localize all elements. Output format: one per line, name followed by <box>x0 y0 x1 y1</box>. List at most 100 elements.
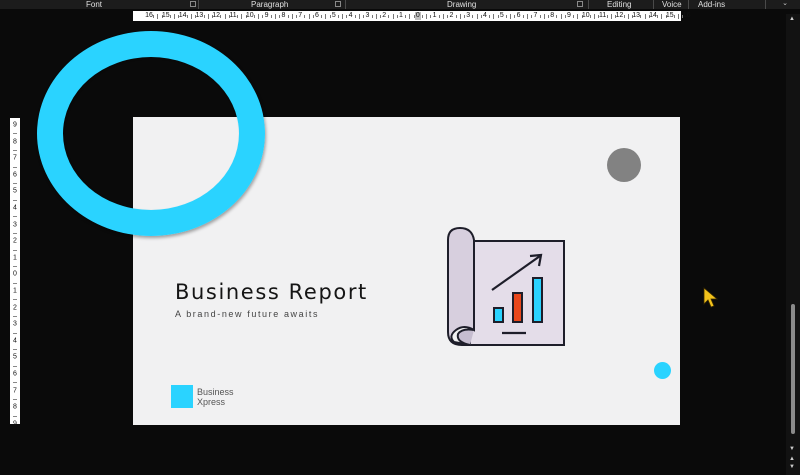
decorative-ring-shape[interactable] <box>37 31 265 236</box>
ruler-label: 14 <box>649 12 657 19</box>
ruler-label: 9 <box>13 420 17 428</box>
ruler-tick <box>13 315 17 317</box>
ruler-tick <box>291 13 293 19</box>
ruler-tick <box>577 13 579 19</box>
ruler-label: 1 <box>432 12 437 19</box>
ruler-tick <box>573 14 575 18</box>
ribbon-separator <box>198 0 199 9</box>
ruler-tick <box>480 14 482 18</box>
ruler-tick <box>304 14 306 18</box>
ruler-tick <box>13 415 17 417</box>
ruler-tick <box>644 13 646 19</box>
ruler-tick <box>359 13 360 19</box>
ruler-tick <box>13 216 17 218</box>
ruler-tick <box>409 13 411 19</box>
next-slide-icon[interactable]: ▼ <box>789 464 795 470</box>
bar-chart-scroll-icon[interactable] <box>444 226 568 350</box>
ruler-tick <box>447 14 449 18</box>
drawing-dialog-launcher-icon[interactable] <box>577 1 583 7</box>
ruler-tick <box>270 14 272 18</box>
blue-circle-shape[interactable] <box>654 362 671 379</box>
ruler-tick <box>258 13 260 19</box>
ruler-tick <box>594 13 596 19</box>
ruler-label: 7 <box>298 12 303 19</box>
horizontal-ruler[interactable]: 16 15 14 13 12 11 10 9 8 7 6 5 4 3 2 1 0 1 2 3 4 5 6 7 8 9 10 11 12 1… <box>133 11 690 21</box>
ruler-tick <box>472 14 474 18</box>
ruler-label: 14 <box>178 12 187 19</box>
previous-slide-icon[interactable]: ▲ <box>789 456 795 462</box>
ruler-tick <box>157 13 159 19</box>
scroll-down-icon[interactable]: ▼ <box>789 446 795 452</box>
ruler-tick <box>422 14 423 18</box>
ruler-tick <box>627 13 629 19</box>
scroll-up-icon[interactable]: ▲ <box>789 16 795 22</box>
ruler-label: 10 <box>245 12 254 19</box>
ruler-label: 4 <box>13 337 17 345</box>
ruler-label: 9 <box>13 121 17 129</box>
ruler-tick <box>363 14 365 18</box>
ruler-tick <box>522 14 524 18</box>
ruler-label: 2 <box>449 12 454 19</box>
logo-square-icon[interactable] <box>171 385 193 408</box>
scrollbar-thumb[interactable] <box>791 304 795 434</box>
ruler-tick <box>539 14 541 18</box>
ruler-tick <box>287 14 289 18</box>
ruler-tick <box>170 14 171 18</box>
ruler-tick <box>13 382 17 384</box>
ruler-label: 4 <box>348 12 353 19</box>
ruler-tick <box>388 14 390 18</box>
ruler-tick <box>262 14 264 18</box>
ruler-label: 11 <box>229 12 237 19</box>
ruler-tick <box>13 332 17 334</box>
logo-line-1: Business <box>197 387 234 397</box>
ruler-tick <box>661 13 663 19</box>
ruler-tick <box>186 14 188 18</box>
ruler-label: 13 <box>632 12 641 19</box>
ruler-label: 0 <box>415 12 420 19</box>
ruler-label: 5 <box>331 12 336 19</box>
ruler-label: 3 <box>365 12 370 19</box>
ruler-tick <box>329 14 331 18</box>
logo-text[interactable]: Business Xpress <box>197 387 234 407</box>
ruler-tick <box>623 14 625 18</box>
ribbon-group-labels: Font Paragraph Drawing Editing Voice Add… <box>0 0 800 9</box>
ruler-tick <box>443 13 444 19</box>
ruler-label: 10 <box>581 12 590 19</box>
ruler-tick <box>506 14 507 18</box>
ruler-label: 8 <box>13 138 17 146</box>
collapse-ribbon-icon[interactable]: ⌄ <box>782 0 788 8</box>
ruler-label: 16 <box>145 12 153 19</box>
ruler-tick <box>312 14 314 18</box>
ruler-tick <box>13 133 17 135</box>
ribbon-separator <box>765 0 766 9</box>
slide-title[interactable]: Business Report <box>175 280 368 304</box>
ruler-tick <box>657 14 659 18</box>
ribbon-separator <box>653 0 654 9</box>
ruler-label: 1 <box>399 12 403 19</box>
ruler-label: 12 <box>212 12 221 19</box>
ribbon-group-paragraph-label: Paragraph <box>251 0 289 9</box>
ruler-label: 1 <box>13 254 17 262</box>
ruler-label: 8 <box>13 403 17 411</box>
ruler-tick <box>371 14 373 18</box>
slide-subtitle[interactable]: A brand-new future awaits <box>175 309 319 319</box>
ruler-label: 7 <box>13 387 17 395</box>
ruler-label: 15 <box>665 12 674 19</box>
gray-circle-shape[interactable] <box>607 148 641 182</box>
ruler-label: 8 <box>281 12 286 19</box>
ruler-tick <box>13 232 17 234</box>
mouse-pointer-icon <box>703 287 719 308</box>
ruler-label: 8 <box>550 12 555 19</box>
vertical-scrollbar[interactable]: ▲ ▼ ▲ ▼ <box>786 14 800 475</box>
vertical-ruler[interactable]: 9 8 7 6 5 4 3 2 1 0 1 2 3 4 5 6 7 8 9 <box>10 118 20 428</box>
ruler-tick <box>224 13 226 19</box>
ruler-tick <box>548 14 549 18</box>
font-dialog-launcher-icon[interactable] <box>190 1 196 7</box>
ruler-label: 6 <box>315 12 319 19</box>
ruler-label: 15 <box>161 12 170 19</box>
ruler-tick <box>459 13 461 19</box>
paragraph-dialog-launcher-icon[interactable] <box>335 1 341 7</box>
ruler-tick <box>489 14 491 18</box>
ribbon-separator <box>688 0 689 9</box>
ruler-tick <box>13 183 17 185</box>
